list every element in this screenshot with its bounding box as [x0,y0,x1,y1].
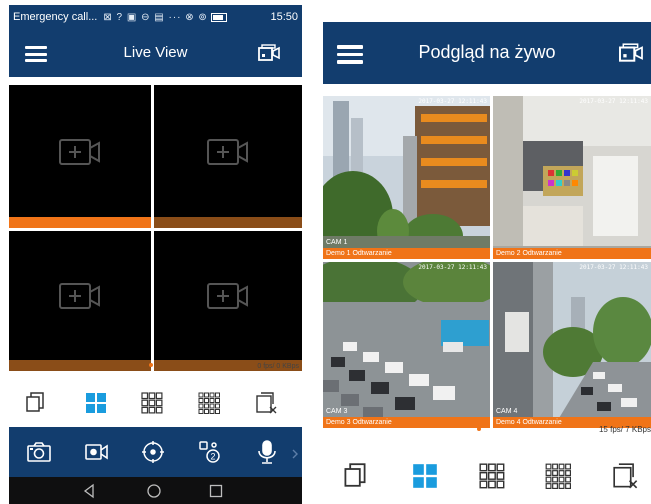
status-icons: ⊠ ? ▣ ⊖ ▤ ··· ⊗ ⊚ [103,11,208,23]
left-phone-screen: Emergency call... ⊠ ? ▣ ⊖ ▤ ··· ⊗ ⊚ 15:5… [9,5,302,504]
record-icon[interactable] [83,439,111,465]
cam-status-bar: Demo 3 Odtwarzanie [323,417,490,428]
page-indicator-dot [149,363,153,367]
tile-status-bar-active [9,217,151,228]
layout-selector-bar [9,377,302,427]
video-tile-cam-3[interactable]: 2017-03-27 12:11:43 CAM 3 Demo 3 Odtwarz… [323,262,490,428]
recents-icon[interactable] [208,483,224,499]
cam-status-bar: Demo 2 Odtwarzanie [493,248,651,259]
zoom-icon[interactable]: 2 [196,439,224,465]
camera-feed-image [323,96,490,259]
cam-name: CAM 4 [496,408,518,415]
battery-icon [210,12,227,22]
cam-timestamp: 2017-03-27 12:11:43 [579,264,648,271]
svg-text:2: 2 [210,452,215,462]
camera-feed-image [493,96,651,259]
add-camera-icon[interactable] [59,138,101,170]
microphone-icon[interactable] [253,439,281,465]
video-tile[interactable] [9,231,151,371]
sixteen-view-icon[interactable] [198,392,220,414]
close-all-icon[interactable] [256,392,278,414]
back-icon[interactable] [81,483,97,499]
fps-readout: 0 fps/ 0 KBps [257,363,299,370]
video-tile-cam-2[interactable]: 2017-03-27 12:11:43 Demo 2 Odtwarzanie [493,96,651,259]
camera-feed-image [323,262,490,428]
close-all-icon[interactable] [613,463,639,489]
cam-name: CAM 1 [326,239,348,246]
nine-view-icon[interactable] [141,392,163,414]
app-bar: Podgląd na żywo [323,22,651,84]
sixteen-view-icon[interactable] [545,463,571,489]
tile-status-bar [9,360,151,371]
device-list-icon[interactable] [257,43,281,68]
device-list-icon[interactable] [617,42,645,69]
video-tile[interactable] [9,85,151,228]
home-icon[interactable] [146,483,162,499]
page-title: Podgląd na żywo [418,42,556,62]
single-view-icon[interactable] [25,392,45,412]
video-tile-cam-4[interactable]: 2017-03-27 12:11:43 CAM 4 Demo 4 Odtwarz… [493,262,651,428]
video-tile[interactable] [154,85,302,228]
fps-readout: 15 fps/ 7 KBps [598,425,651,434]
add-camera-icon[interactable] [207,138,249,170]
status-bar: Emergency call... ⊠ ? ▣ ⊖ ▤ ··· ⊗ ⊚ 15:5… [9,5,302,29]
layout-selector-bar [323,449,651,504]
cam-name: CAM 3 [326,408,348,415]
control-toolbar: 2 [9,427,302,477]
single-view-icon[interactable] [343,463,367,487]
ptz-icon[interactable] [139,439,167,465]
nine-view-icon[interactable] [479,463,505,489]
video-tile[interactable] [154,231,302,371]
quad-view-icon[interactable] [412,463,438,489]
video-tile-cam-1[interactable]: 2017-03-27 12:11:43 CAM 1 Demo 1 Odtwarz… [323,96,490,259]
status-time: 15:50 [270,11,298,23]
cam-status-bar: Demo 1 Odtwarzanie [323,248,490,259]
camera-feed-image [493,262,651,428]
app-bar: Live View [9,29,302,77]
live-view-grid: 2017-03-27 12:11:43 CAM 1 Demo 1 Odtwarz… [323,96,651,431]
tile-status-bar [154,217,302,228]
add-camera-icon[interactable] [207,283,249,314]
page-indicator-dot [477,427,481,431]
cam-timestamp: 2017-03-27 12:11:43 [579,98,648,105]
status-carrier: Emergency call... [13,11,98,23]
chevron-right-icon[interactable] [292,446,298,459]
camera-icon[interactable] [25,439,53,465]
cam-timestamp: 2017-03-27 12:11:43 [418,98,487,105]
quad-view-icon[interactable] [85,392,107,414]
live-view-grid [9,85,302,375]
cam-timestamp: 2017-03-27 12:11:43 [418,264,487,271]
right-phone-screen: Podgląd na żywo 2017-03-27 12:11:43 CAM … [323,22,651,504]
system-nav-bar [9,477,302,504]
add-camera-icon[interactable] [59,283,101,314]
